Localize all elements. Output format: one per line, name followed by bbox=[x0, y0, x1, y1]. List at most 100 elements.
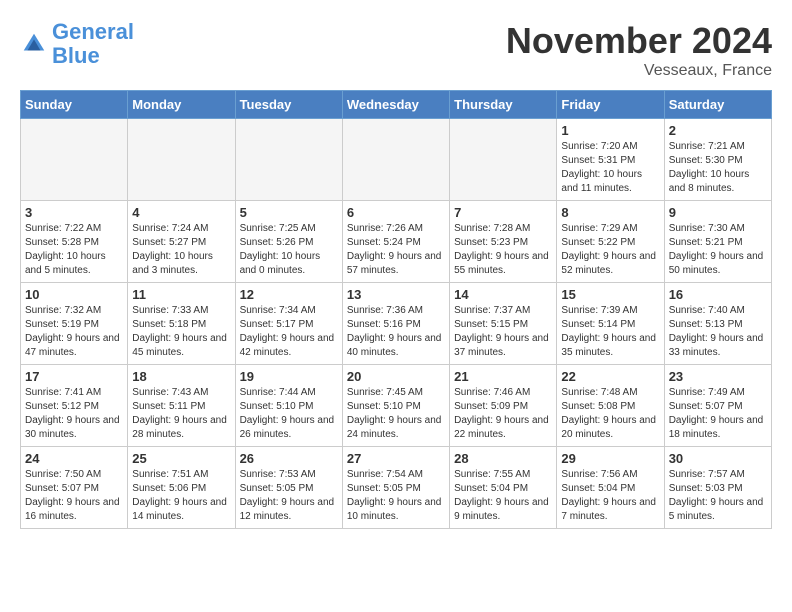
logo-blue: Blue bbox=[52, 43, 100, 68]
calendar-week-row: 17 Sunrise: 7:41 AM Sunset: 5:12 PM Dayl… bbox=[21, 365, 772, 447]
col-saturday: Saturday bbox=[664, 91, 771, 119]
title-block: November 2024 Vesseaux, France bbox=[506, 20, 772, 80]
day-number: 22 bbox=[561, 369, 659, 384]
col-thursday: Thursday bbox=[450, 91, 557, 119]
table-row: 20 Sunrise: 7:45 AM Sunset: 5:10 PM Dayl… bbox=[342, 365, 449, 447]
table-row bbox=[450, 119, 557, 201]
day-number: 8 bbox=[561, 205, 659, 220]
table-row: 6 Sunrise: 7:26 AM Sunset: 5:24 PM Dayli… bbox=[342, 201, 449, 283]
calendar-week-row: 10 Sunrise: 7:32 AM Sunset: 5:19 PM Dayl… bbox=[21, 283, 772, 365]
day-info: Sunrise: 7:45 AM Sunset: 5:10 PM Dayligh… bbox=[347, 386, 445, 442]
day-info: Sunrise: 7:36 AM Sunset: 5:16 PM Dayligh… bbox=[347, 304, 445, 360]
table-row: 29 Sunrise: 7:56 AM Sunset: 5:04 PM Dayl… bbox=[557, 447, 664, 529]
day-info: Sunrise: 7:37 AM Sunset: 5:15 PM Dayligh… bbox=[454, 304, 552, 360]
table-row: 26 Sunrise: 7:53 AM Sunset: 5:05 PM Dayl… bbox=[235, 447, 342, 529]
day-info: Sunrise: 7:56 AM Sunset: 5:04 PM Dayligh… bbox=[561, 468, 659, 524]
day-number: 16 bbox=[669, 287, 767, 302]
day-number: 29 bbox=[561, 451, 659, 466]
day-info: Sunrise: 7:57 AM Sunset: 5:03 PM Dayligh… bbox=[669, 468, 767, 524]
table-row bbox=[128, 119, 235, 201]
day-info: Sunrise: 7:46 AM Sunset: 5:09 PM Dayligh… bbox=[454, 386, 552, 442]
table-row: 23 Sunrise: 7:49 AM Sunset: 5:07 PM Dayl… bbox=[664, 365, 771, 447]
day-info: Sunrise: 7:53 AM Sunset: 5:05 PM Dayligh… bbox=[240, 468, 338, 524]
day-info: Sunrise: 7:34 AM Sunset: 5:17 PM Dayligh… bbox=[240, 304, 338, 360]
day-number: 6 bbox=[347, 205, 445, 220]
table-row: 19 Sunrise: 7:44 AM Sunset: 5:10 PM Dayl… bbox=[235, 365, 342, 447]
table-row: 28 Sunrise: 7:55 AM Sunset: 5:04 PM Dayl… bbox=[450, 447, 557, 529]
table-row: 21 Sunrise: 7:46 AM Sunset: 5:09 PM Dayl… bbox=[450, 365, 557, 447]
day-number: 18 bbox=[132, 369, 230, 384]
day-info: Sunrise: 7:29 AM Sunset: 5:22 PM Dayligh… bbox=[561, 222, 659, 278]
day-number: 27 bbox=[347, 451, 445, 466]
table-row bbox=[235, 119, 342, 201]
day-info: Sunrise: 7:54 AM Sunset: 5:05 PM Dayligh… bbox=[347, 468, 445, 524]
table-row: 7 Sunrise: 7:28 AM Sunset: 5:23 PM Dayli… bbox=[450, 201, 557, 283]
col-wednesday: Wednesday bbox=[342, 91, 449, 119]
day-info: Sunrise: 7:22 AM Sunset: 5:28 PM Dayligh… bbox=[25, 222, 123, 278]
day-info: Sunrise: 7:25 AM Sunset: 5:26 PM Dayligh… bbox=[240, 222, 338, 278]
table-row: 1 Sunrise: 7:20 AM Sunset: 5:31 PM Dayli… bbox=[557, 119, 664, 201]
day-number: 24 bbox=[25, 451, 123, 466]
day-number: 3 bbox=[25, 205, 123, 220]
day-number: 4 bbox=[132, 205, 230, 220]
table-row: 16 Sunrise: 7:40 AM Sunset: 5:13 PM Dayl… bbox=[664, 283, 771, 365]
table-row: 13 Sunrise: 7:36 AM Sunset: 5:16 PM Dayl… bbox=[342, 283, 449, 365]
calendar-header-row: Sunday Monday Tuesday Wednesday Thursday… bbox=[21, 91, 772, 119]
table-row: 14 Sunrise: 7:37 AM Sunset: 5:15 PM Dayl… bbox=[450, 283, 557, 365]
calendar-table: Sunday Monday Tuesday Wednesday Thursday… bbox=[20, 90, 772, 529]
table-row: 10 Sunrise: 7:32 AM Sunset: 5:19 PM Dayl… bbox=[21, 283, 128, 365]
page-header: General Blue November 2024 Vesseaux, Fra… bbox=[20, 20, 772, 80]
day-number: 28 bbox=[454, 451, 552, 466]
day-info: Sunrise: 7:51 AM Sunset: 5:06 PM Dayligh… bbox=[132, 468, 230, 524]
table-row: 25 Sunrise: 7:51 AM Sunset: 5:06 PM Dayl… bbox=[128, 447, 235, 529]
table-row: 3 Sunrise: 7:22 AM Sunset: 5:28 PM Dayli… bbox=[21, 201, 128, 283]
day-number: 5 bbox=[240, 205, 338, 220]
table-row: 9 Sunrise: 7:30 AM Sunset: 5:21 PM Dayli… bbox=[664, 201, 771, 283]
day-number: 9 bbox=[669, 205, 767, 220]
calendar-week-row: 3 Sunrise: 7:22 AM Sunset: 5:28 PM Dayli… bbox=[21, 201, 772, 283]
day-info: Sunrise: 7:32 AM Sunset: 5:19 PM Dayligh… bbox=[25, 304, 123, 360]
day-number: 30 bbox=[669, 451, 767, 466]
table-row: 5 Sunrise: 7:25 AM Sunset: 5:26 PM Dayli… bbox=[235, 201, 342, 283]
day-number: 23 bbox=[669, 369, 767, 384]
table-row: 11 Sunrise: 7:33 AM Sunset: 5:18 PM Dayl… bbox=[128, 283, 235, 365]
table-row: 27 Sunrise: 7:54 AM Sunset: 5:05 PM Dayl… bbox=[342, 447, 449, 529]
day-info: Sunrise: 7:44 AM Sunset: 5:10 PM Dayligh… bbox=[240, 386, 338, 442]
day-info: Sunrise: 7:48 AM Sunset: 5:08 PM Dayligh… bbox=[561, 386, 659, 442]
day-number: 1 bbox=[561, 123, 659, 138]
day-number: 11 bbox=[132, 287, 230, 302]
day-number: 25 bbox=[132, 451, 230, 466]
day-number: 13 bbox=[347, 287, 445, 302]
month-title: November 2024 bbox=[506, 20, 772, 62]
col-tuesday: Tuesday bbox=[235, 91, 342, 119]
location: Vesseaux, France bbox=[506, 62, 772, 80]
table-row: 4 Sunrise: 7:24 AM Sunset: 5:27 PM Dayli… bbox=[128, 201, 235, 283]
day-number: 10 bbox=[25, 287, 123, 302]
logo: General Blue bbox=[20, 20, 134, 68]
day-info: Sunrise: 7:49 AM Sunset: 5:07 PM Dayligh… bbox=[669, 386, 767, 442]
day-info: Sunrise: 7:20 AM Sunset: 5:31 PM Dayligh… bbox=[561, 140, 659, 196]
day-info: Sunrise: 7:26 AM Sunset: 5:24 PM Dayligh… bbox=[347, 222, 445, 278]
table-row: 12 Sunrise: 7:34 AM Sunset: 5:17 PM Dayl… bbox=[235, 283, 342, 365]
day-info: Sunrise: 7:33 AM Sunset: 5:18 PM Dayligh… bbox=[132, 304, 230, 360]
col-sunday: Sunday bbox=[21, 91, 128, 119]
day-info: Sunrise: 7:40 AM Sunset: 5:13 PM Dayligh… bbox=[669, 304, 767, 360]
calendar-week-row: 24 Sunrise: 7:50 AM Sunset: 5:07 PM Dayl… bbox=[21, 447, 772, 529]
table-row: 22 Sunrise: 7:48 AM Sunset: 5:08 PM Dayl… bbox=[557, 365, 664, 447]
day-number: 20 bbox=[347, 369, 445, 384]
table-row: 30 Sunrise: 7:57 AM Sunset: 5:03 PM Dayl… bbox=[664, 447, 771, 529]
day-number: 26 bbox=[240, 451, 338, 466]
day-number: 7 bbox=[454, 205, 552, 220]
day-info: Sunrise: 7:28 AM Sunset: 5:23 PM Dayligh… bbox=[454, 222, 552, 278]
day-info: Sunrise: 7:50 AM Sunset: 5:07 PM Dayligh… bbox=[25, 468, 123, 524]
table-row bbox=[21, 119, 128, 201]
day-number: 17 bbox=[25, 369, 123, 384]
calendar-week-row: 1 Sunrise: 7:20 AM Sunset: 5:31 PM Dayli… bbox=[21, 119, 772, 201]
table-row: 18 Sunrise: 7:43 AM Sunset: 5:11 PM Dayl… bbox=[128, 365, 235, 447]
logo-icon bbox=[20, 30, 48, 58]
table-row: 24 Sunrise: 7:50 AM Sunset: 5:07 PM Dayl… bbox=[21, 447, 128, 529]
table-row bbox=[342, 119, 449, 201]
col-friday: Friday bbox=[557, 91, 664, 119]
day-number: 21 bbox=[454, 369, 552, 384]
day-number: 15 bbox=[561, 287, 659, 302]
